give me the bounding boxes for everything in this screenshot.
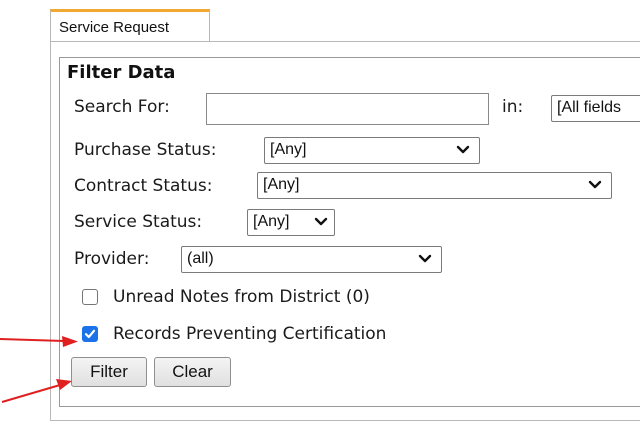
provider-value: (all) — [187, 250, 214, 267]
filter-button[interactable]: Filter — [71, 357, 147, 387]
purchase-status-select[interactable]: [Any] — [264, 137, 480, 164]
tab-service-request[interactable]: Service Request — [50, 9, 210, 42]
chevron-down-icon — [418, 254, 432, 263]
chevron-down-icon — [314, 217, 328, 226]
provider-select[interactable]: (all) — [181, 246, 442, 273]
contract-status-select[interactable]: [Any] — [257, 172, 612, 199]
service-status-label: Service Status: — [74, 212, 203, 232]
clear-button[interactable]: Clear — [154, 357, 231, 387]
in-label: in: — [502, 97, 524, 117]
filter-data-title: Filter Data — [67, 62, 176, 83]
checkmark-icon — [84, 329, 96, 339]
service-status-select[interactable]: [Any] — [247, 209, 335, 236]
tab-label: Service Request — [59, 19, 170, 36]
search-field-value: [All fields — [557, 99, 622, 116]
chevron-down-icon — [588, 180, 602, 189]
unread-notes-label: Unread Notes from District (0) — [113, 287, 370, 307]
annotation-arrow-icon — [0, 336, 78, 347]
unread-notes-checkbox[interactable] — [82, 289, 98, 305]
purchase-status-value: [Any] — [270, 141, 307, 158]
records-preventing-label: Records Preventing Certification — [113, 324, 387, 344]
records-preventing-checkbox[interactable] — [82, 326, 98, 342]
contract-status-label: Contract Status: — [74, 176, 213, 196]
contract-status-value: [Any] — [263, 176, 300, 193]
purchase-status-label: Purchase Status: — [74, 140, 217, 160]
chevron-down-icon — [456, 145, 470, 154]
search-field-select[interactable]: [All fields — [551, 95, 640, 122]
provider-label: Provider: — [74, 249, 150, 269]
service-status-value: [Any] — [253, 213, 290, 230]
annotation-arrow-icon — [1, 379, 72, 403]
search-for-label: Search For: — [74, 97, 170, 117]
search-input[interactable] — [206, 93, 489, 125]
